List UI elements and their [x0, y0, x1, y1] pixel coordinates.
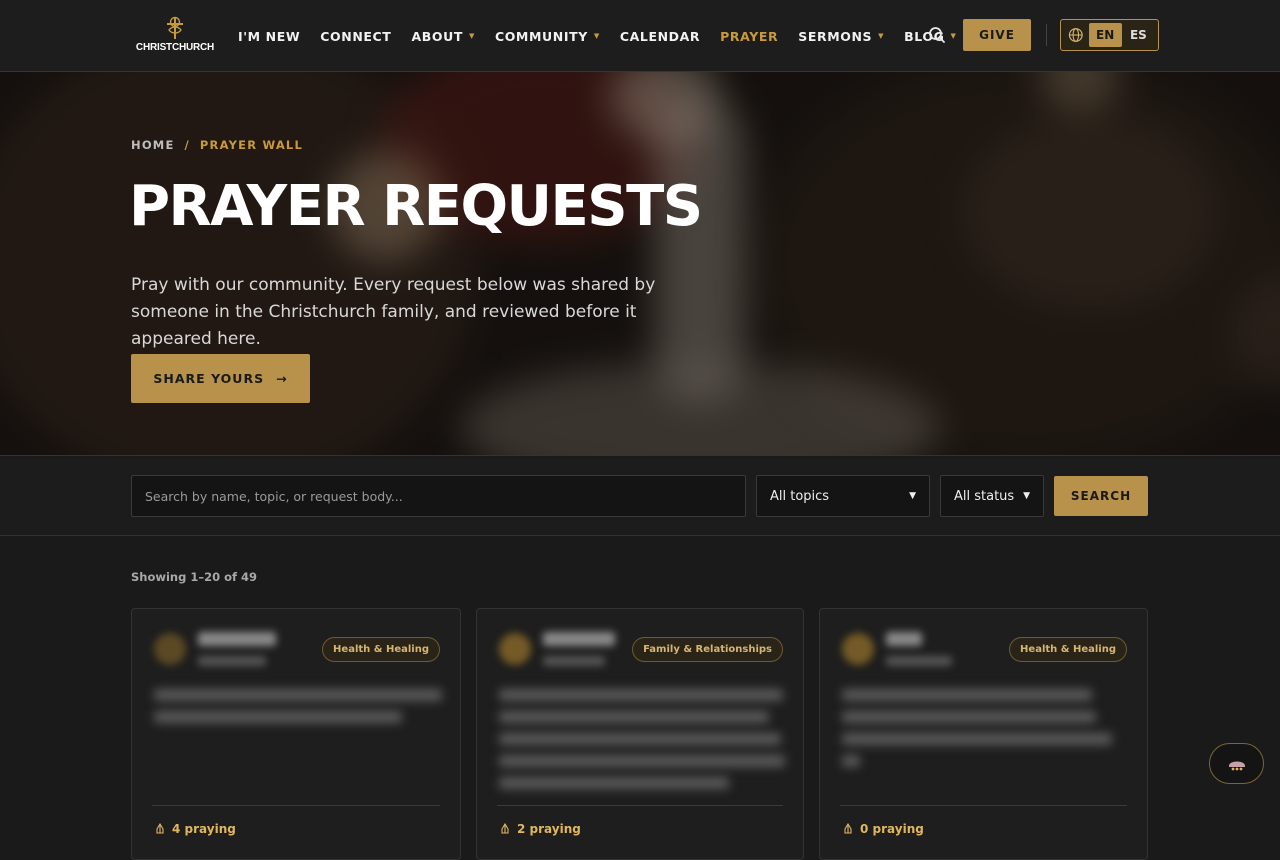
blurred-request-text — [499, 777, 729, 789]
blurred-request-text — [154, 711, 402, 723]
nav-item-connect[interactable]: CONNECT — [320, 29, 391, 44]
topic-badge: Family & Relationships — [632, 637, 783, 662]
nav-item-about[interactable]: ABOUT ▼ — [411, 29, 475, 44]
chat-widget-button[interactable] — [1209, 743, 1264, 784]
chevron-down-icon: ▼ — [878, 32, 885, 40]
topic-badge: Health & Healing — [322, 637, 440, 662]
prayer-card[interactable]: Health & Healing 4 praying — [131, 608, 461, 860]
chevron-down-icon: ▼ — [468, 32, 475, 40]
chevron-down-icon: ▼ — [593, 32, 600, 40]
blurred-request-text — [842, 733, 1112, 745]
blurred-request-text — [499, 711, 769, 723]
chevron-down-icon: ▼ — [909, 491, 916, 501]
cross-logo-icon — [167, 16, 183, 39]
blurred-request-text — [842, 755, 860, 767]
praying-count-button[interactable]: 2 praying — [499, 822, 581, 836]
lang-es-button[interactable]: ES — [1122, 23, 1155, 47]
page-subtitle: Pray with our community. Every request b… — [131, 275, 656, 349]
nav-label: I'M NEW — [238, 28, 301, 44]
praying-count-button[interactable]: 4 praying — [154, 822, 236, 836]
prayer-card[interactable]: Health & Healing 0 praying — [819, 608, 1148, 860]
nav-item-sermons[interactable]: SERMONS ▼ — [798, 29, 884, 44]
avatar — [154, 633, 186, 665]
praying-count: 0 praying — [860, 822, 924, 836]
praying-count: 4 praying — [172, 822, 236, 836]
nav-item-im-new[interactable]: I'M NEW — [238, 29, 300, 44]
nav-label: SERMONS — [798, 28, 873, 44]
chat-icon — [1228, 761, 1245, 770]
site-header: CHRISTCHURCH I'M NEW CONNECT ABOUT ▼ COMM… — [0, 0, 1280, 72]
status-select-value: All status — [954, 488, 1015, 504]
breadcrumb-home-link[interactable]: HOME — [131, 138, 175, 152]
logo-text: CHRISTCHURCH — [135, 42, 215, 53]
breadcrumb-current: PRAYER WALL — [199, 138, 303, 152]
status-select[interactable]: All status ▼ — [940, 475, 1044, 517]
blurred-author-name — [886, 632, 922, 646]
give-button[interactable]: GIVE — [963, 19, 1031, 51]
blurred-request-text — [499, 755, 785, 767]
search-button[interactable]: SEARCH — [1054, 476, 1148, 516]
praying-hands-icon — [156, 823, 164, 834]
praying-count: 2 praying — [517, 822, 581, 836]
blurred-request-text — [842, 689, 1092, 701]
share-button-label: SHARE YOURS — [153, 371, 265, 386]
language-switcher: EN ES — [1060, 19, 1159, 51]
share-yours-button[interactable]: SHARE YOURS → — [131, 354, 310, 403]
nav-item-calendar[interactable]: CALENDAR — [620, 29, 700, 44]
topics-select-value: All topics — [770, 488, 830, 504]
prayer-card[interactable]: Family & Relationships 2 praying — [476, 608, 804, 860]
blurred-request-text — [154, 689, 442, 701]
topic-badge: Health & Healing — [1009, 637, 1127, 662]
praying-hands-icon — [844, 823, 852, 834]
chevron-down-icon: ▼ — [950, 32, 957, 40]
main-nav: I'M NEW CONNECT ABOUT ▼ COMMUNITY ▼ CALEND… — [238, 0, 976, 72]
arrow-right-icon: → — [276, 371, 288, 386]
blurred-date — [886, 656, 952, 666]
nav-label: CONNECT — [320, 28, 392, 44]
card-divider — [152, 805, 440, 806]
blurred-date — [198, 656, 266, 666]
nav-item-community[interactable]: COMMUNITY ▼ — [495, 29, 600, 44]
nav-label: PRAYER — [720, 28, 779, 44]
chevron-down-icon: ▼ — [1023, 491, 1030, 501]
breadcrumb: HOME / PRAYER WALL — [131, 138, 303, 152]
praying-hands-icon — [501, 823, 509, 834]
site-logo[interactable]: CHRISTCHURCH — [134, 16, 216, 56]
praying-count-button[interactable]: 0 praying — [842, 822, 924, 836]
search-input[interactable] — [131, 475, 746, 517]
filter-bar: All topics ▼ All status ▼ SEARCH — [0, 457, 1280, 536]
lang-en-button[interactable]: EN — [1088, 23, 1122, 47]
card-divider — [497, 805, 783, 806]
avatar — [499, 633, 531, 665]
search-icon[interactable] — [928, 26, 946, 44]
nav-label: ABOUT — [411, 28, 463, 44]
card-divider — [840, 805, 1127, 806]
breadcrumb-separator: / — [184, 138, 190, 152]
blurred-date — [543, 656, 605, 666]
nav-label: COMMUNITY — [494, 28, 588, 44]
blurred-request-text — [499, 689, 783, 701]
blurred-request-text — [499, 733, 781, 745]
blurred-request-text — [842, 711, 1096, 723]
avatar — [842, 633, 874, 665]
blurred-author-name — [198, 632, 276, 646]
topics-select[interactable]: All topics ▼ — [756, 475, 930, 517]
page-title: PRAYER REQUESTS — [129, 174, 703, 239]
globe-icon — [1068, 28, 1083, 42]
results-count: Showing 1–20 of 49 — [131, 570, 258, 584]
blurred-author-name — [543, 632, 615, 646]
header-divider — [1046, 24, 1047, 46]
nav-label: CALENDAR — [619, 28, 701, 44]
nav-item-prayer[interactable]: PRAYER — [720, 29, 778, 44]
hero-banner: HOME / PRAYER WALL PRAYER REQUESTS Pray … — [0, 72, 1280, 456]
